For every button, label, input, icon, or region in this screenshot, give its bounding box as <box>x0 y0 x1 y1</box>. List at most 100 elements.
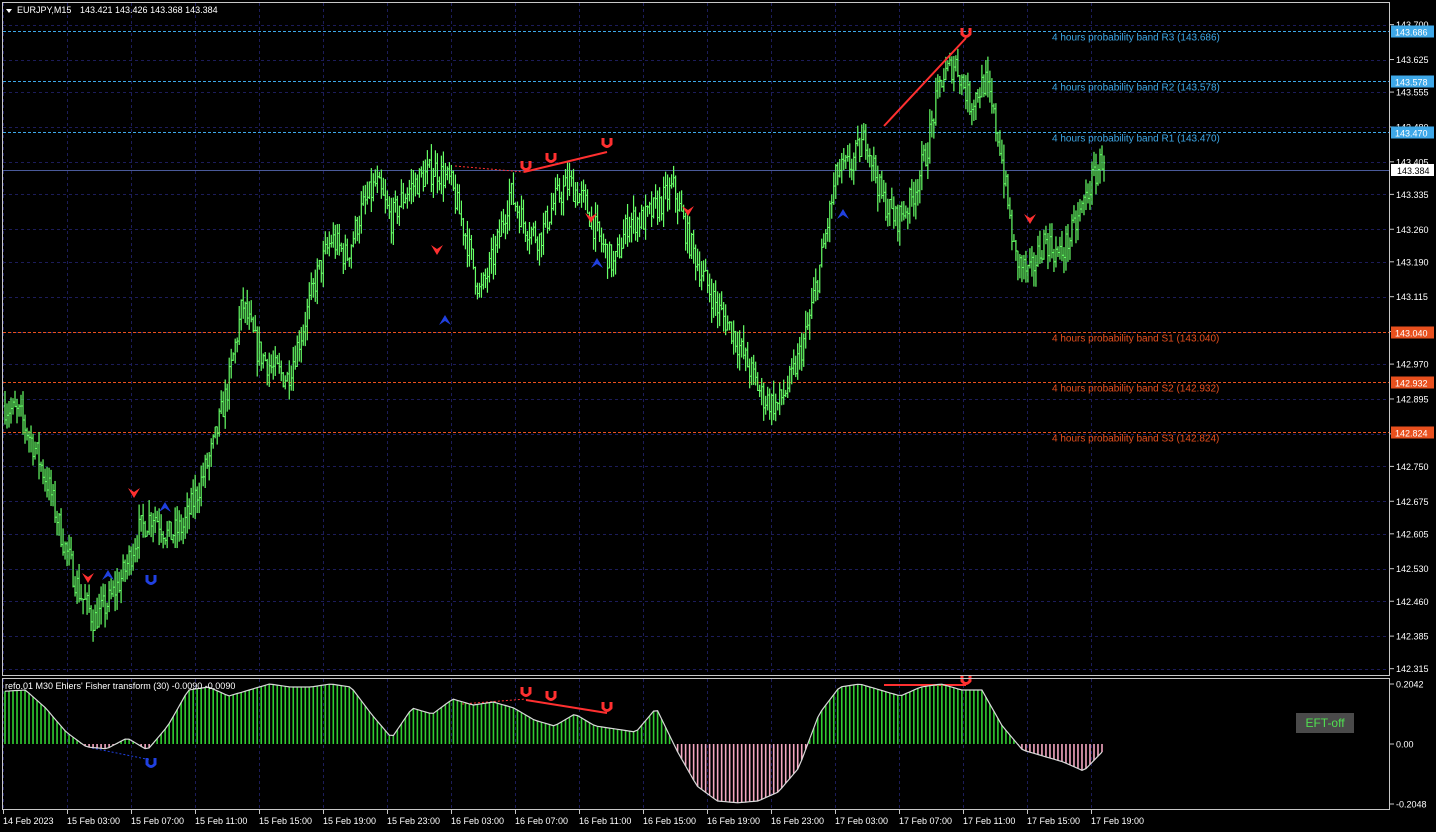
price-bar <box>632 195 635 234</box>
price-bar <box>710 278 713 323</box>
price-bar <box>630 212 633 243</box>
price-bar <box>600 227 603 253</box>
price-bar <box>83 584 87 600</box>
price-bar <box>572 168 575 203</box>
price-bar <box>1058 236 1062 260</box>
collapse-triangle-icon[interactable] <box>6 9 12 13</box>
price-bar <box>119 569 123 604</box>
price-bar <box>596 204 599 232</box>
price-bar <box>1070 214 1074 247</box>
price-bar <box>586 189 589 214</box>
price-bar <box>115 568 119 610</box>
price-bar <box>408 179 411 202</box>
price-bar <box>768 388 771 420</box>
price-tick-label: 142.675 <box>1396 497 1429 507</box>
price-bar <box>994 103 998 142</box>
price-bar <box>1080 200 1084 214</box>
price-bar <box>1056 246 1060 257</box>
price-bar <box>922 144 926 162</box>
price-bar <box>240 299 243 331</box>
price-bar <box>296 335 299 367</box>
price-bar <box>133 538 137 563</box>
time-axis[interactable]: 14 Feb 2023 15 Feb 03:00 15 Feb 07:00 15 Fe… <box>3 810 1144 826</box>
price-bar <box>366 181 369 205</box>
price-bar <box>1062 247 1066 274</box>
price-bar <box>430 144 433 193</box>
price-bar <box>798 336 801 370</box>
price-bar <box>874 154 877 184</box>
price-bar <box>556 174 559 191</box>
price-bar <box>824 229 827 249</box>
price-bar <box>274 346 277 376</box>
price-bar <box>340 242 343 252</box>
divergence-marker-icon <box>145 575 157 585</box>
price-bar <box>862 123 865 141</box>
price-bar <box>854 139 857 171</box>
chart-area[interactable]: EURJPY,M15 143.421 143.426 143.368 143.3… <box>0 0 1436 832</box>
price-bar <box>684 212 687 251</box>
price-bar <box>642 206 645 230</box>
price-bar <box>568 162 571 196</box>
buy-arrow-icon <box>837 209 849 219</box>
price-bar <box>57 512 61 536</box>
price-tick-label: 143.190 <box>1396 257 1429 267</box>
price-bar <box>31 433 35 466</box>
price-bar <box>272 350 275 380</box>
price-bar <box>508 178 511 231</box>
price-bar <box>688 216 691 259</box>
price-bar <box>686 213 689 254</box>
price-bar <box>926 142 930 180</box>
price-axis[interactable]: 143.700143.625143.555143.480143.405143.3… <box>1390 20 1429 674</box>
price-bar <box>660 196 663 221</box>
price-bar <box>1002 144 1006 199</box>
divergence-marker-icon <box>545 691 557 701</box>
price-bar <box>756 372 759 392</box>
price-bar <box>1064 225 1068 271</box>
price-bar <box>774 393 777 422</box>
price-bar <box>157 508 161 546</box>
fisher-histogram <box>4 683 1103 804</box>
price-bar <box>324 231 327 255</box>
price-bar <box>414 172 417 197</box>
price-bar <box>890 187 894 210</box>
price-bar <box>706 269 709 294</box>
symbol-timeframe: EURJPY,M15 <box>17 5 71 15</box>
price-bar <box>141 503 145 538</box>
price-bar <box>466 220 469 268</box>
price-bar <box>996 131 1000 147</box>
price-bar <box>680 190 683 212</box>
price-bar <box>242 287 245 319</box>
price-bar <box>846 144 849 162</box>
price-bar <box>109 578 113 600</box>
price-bar <box>181 517 185 545</box>
price-tick-label: 143.260 <box>1396 225 1429 235</box>
price-tick-label: 142.315 <box>1396 664 1429 674</box>
price-bar <box>342 243 345 275</box>
price-bar <box>494 235 497 275</box>
price-bar <box>21 391 25 435</box>
price-bar <box>450 164 453 186</box>
price-bar <box>496 228 499 253</box>
price-bar <box>410 168 413 205</box>
price-bar <box>322 240 325 288</box>
price-bar <box>444 162 447 189</box>
price-bar <box>914 179 918 220</box>
price-bar <box>318 259 321 270</box>
price-bar <box>714 280 717 316</box>
price-bar <box>117 571 121 593</box>
price-bar <box>808 309 811 340</box>
price-bar <box>968 81 972 116</box>
price-bar <box>888 198 892 226</box>
price-bar <box>878 173 881 203</box>
current-price-tag-label: 143.384 <box>1397 166 1430 176</box>
price-bar <box>9 397 13 424</box>
price-bar <box>520 195 523 228</box>
band-label: 4 hours probability band S3 (142.824) <box>1052 434 1219 445</box>
price-bar <box>876 165 879 212</box>
eft-toggle-button[interactable]: EFT-off <box>1296 713 1354 733</box>
indicator-tick-label: 0.2042 <box>1396 680 1424 690</box>
price-bar <box>594 202 597 252</box>
price-bar <box>850 158 853 181</box>
price-bar <box>592 216 595 250</box>
price-bar <box>748 358 751 389</box>
